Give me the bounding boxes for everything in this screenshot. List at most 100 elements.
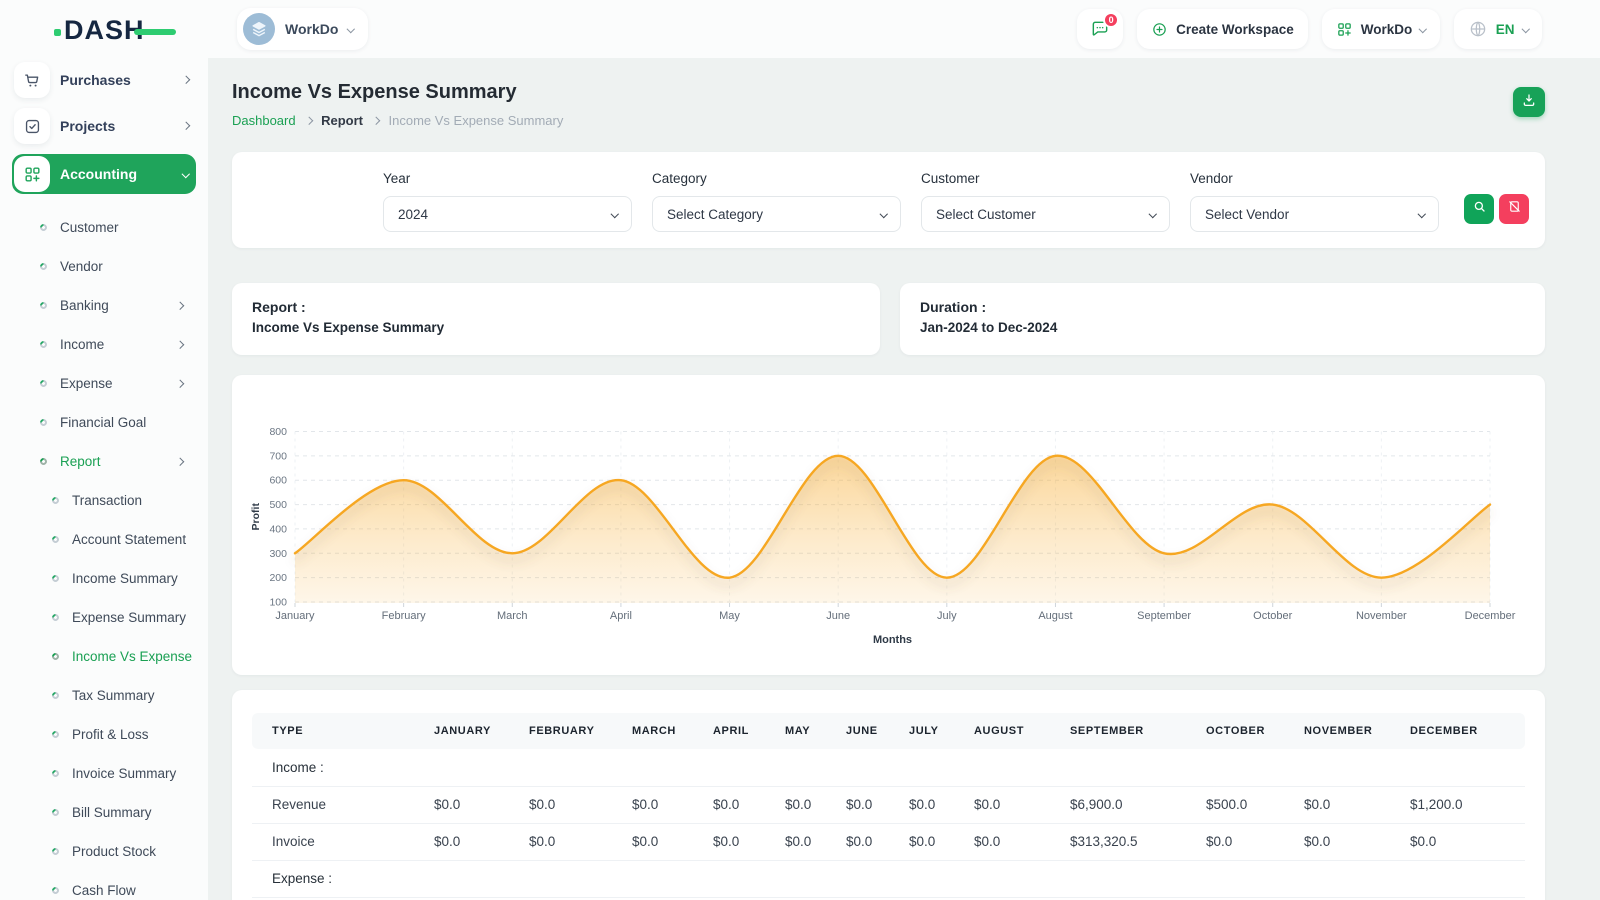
select-category[interactable]: Select Category (652, 196, 901, 232)
sidebar-item-tax-summary[interactable]: Tax Summary (0, 676, 208, 715)
search-button[interactable] (1464, 194, 1494, 224)
y-tick-label: 800 (269, 426, 287, 438)
column-header-may: MAY (765, 713, 826, 749)
sidebar-item-projects[interactable]: Projects (14, 108, 196, 144)
column-header-november: NOVEMBER (1284, 713, 1390, 749)
select-customer[interactable]: Select Customer (921, 196, 1170, 232)
chevron-down-icon (610, 210, 618, 218)
bullet-ring-icon (51, 691, 61, 701)
bullet-ring-icon (51, 574, 61, 584)
table-header: TYPEJANUARYFEBRUARYMARCHAPRILMAYJUNEJULY… (252, 713, 1525, 749)
sidebar-item-purchases[interactable]: Purchases (14, 62, 196, 98)
sidebar-item-product-stock[interactable]: Product Stock (0, 832, 208, 871)
cell-value: $500.0 (1186, 786, 1284, 823)
cell-value: $0.0 (509, 823, 612, 860)
cell-value: $0.0 (765, 823, 826, 860)
sidebar-item-label: Vendor (60, 259, 208, 274)
x-tick-label: September (1137, 610, 1191, 622)
filter-group-customer: CustomerSelect Customer (921, 171, 1170, 232)
breadcrumb-dashboard[interactable]: Dashboard (232, 113, 296, 128)
select-value: Select Category (667, 207, 763, 222)
sidebar-item-cash-flow[interactable]: Cash Flow (0, 871, 208, 900)
select-year[interactable]: 2024 (383, 196, 632, 232)
bullet-ring-icon (51, 496, 61, 506)
globe-icon (1468, 19, 1488, 39)
sidebar-item-report[interactable]: Report (0, 442, 208, 481)
bullet-ring-icon (39, 457, 49, 467)
main-content: Income Vs Expense Summary Dashboard Repor… (208, 58, 1600, 900)
search-icon (1472, 199, 1487, 219)
workspace-switcher[interactable]: WorkDo (237, 8, 368, 50)
download-button[interactable] (1513, 87, 1545, 117)
sidebar-item-label: Banking (60, 298, 177, 313)
sidebar-item-banking[interactable]: Banking (0, 286, 208, 325)
chevron-down-icon (1521, 25, 1529, 33)
select-value: Select Vendor (1205, 207, 1289, 222)
sidebar-item-bill-summary[interactable]: Bill Summary (0, 793, 208, 832)
select-vendor[interactable]: Select Vendor (1190, 196, 1439, 232)
column-header-august: AUGUST (954, 713, 1050, 749)
x-tick-label: August (1038, 610, 1072, 622)
sidebar-item-transaction[interactable]: Transaction (0, 481, 208, 520)
sidebar-item-accounting[interactable]: Accounting (12, 154, 196, 194)
logo-text: DASH (64, 17, 145, 44)
column-header-july: JULY (889, 713, 954, 749)
x-tick-label: February (382, 610, 427, 622)
sidebar-item-customer[interactable]: Customer (0, 208, 208, 247)
sidebar-item-expense[interactable]: Expense (0, 364, 208, 403)
cell-value: $0.0 (1390, 823, 1525, 860)
cell-value: $0.0 (1284, 786, 1390, 823)
workdo-menu-button[interactable]: WorkDo (1322, 9, 1440, 49)
sidebar-item-financial-goal[interactable]: Financial Goal (0, 403, 208, 442)
y-tick-label: 100 (269, 597, 287, 609)
filter-fields: Year2024CategorySelect CategoryCustomerS… (383, 171, 1439, 232)
sidebar-item-expense-summary[interactable]: Expense Summary (0, 598, 208, 637)
sidebar-item-label: Bill Summary (72, 805, 208, 820)
x-axis-title: Months (873, 634, 912, 646)
chevron-down-icon (181, 170, 189, 178)
chevron-down-icon (879, 210, 887, 218)
cell-value: $1,200.0 (1390, 786, 1525, 823)
x-tick-label: November (1356, 610, 1407, 622)
breadcrumb-income-vs-expense-summary: Income Vs Expense Summary (389, 113, 564, 128)
sidebar-item-profit-loss[interactable]: Profit & Loss (0, 715, 208, 754)
messages-button[interactable]: 0 (1077, 9, 1123, 49)
breadcrumb-separator-icon (304, 117, 312, 125)
summary-cards: Report :Income Vs Expense SummaryDuratio… (232, 283, 1545, 355)
sidebar-item-label: Report (60, 454, 177, 469)
sidebar-item-label: Income Summary (72, 571, 208, 586)
bullet-ring-icon (39, 223, 49, 233)
create-workspace-button[interactable]: Create Workspace (1137, 9, 1308, 49)
breadcrumb-report[interactable]: Report (321, 113, 363, 128)
language-label: EN (1496, 22, 1515, 37)
sidebar-item-label: Expense (60, 376, 177, 391)
y-tick-label: 500 (269, 499, 287, 511)
column-header-september: SEPTEMBER (1050, 713, 1186, 749)
logo-accent-bar (134, 29, 176, 35)
cell-value: $0.0 (826, 786, 889, 823)
grid-plus-icon (1336, 21, 1353, 38)
sidebar-item-vendor[interactable]: Vendor (0, 247, 208, 286)
x-tick-label: April (610, 610, 632, 622)
chevron-right-icon (181, 122, 189, 130)
cell-value: $0.0 (1284, 823, 1390, 860)
sidebar-item-label: Income Vs Expense (72, 649, 208, 664)
sidebar-item-income-summary[interactable]: Income Summary (0, 559, 208, 598)
sidebar-item-invoice-summary[interactable]: Invoice Summary (0, 754, 208, 793)
cell-value: $0.0 (612, 823, 693, 860)
sidebar-item-income[interactable]: Income (0, 325, 208, 364)
y-tick-label: 300 (269, 548, 287, 560)
brand-logo[interactable]: DASH (54, 14, 145, 46)
reset-button[interactable] (1499, 194, 1529, 224)
sidebar-item-income-vs-expense[interactable]: Income Vs Expense (0, 637, 208, 676)
language-selector[interactable]: EN (1454, 9, 1542, 49)
x-tick-label: October (1253, 610, 1292, 622)
sidebar-item-account-statement[interactable]: Account Statement (0, 520, 208, 559)
summary-card-report: Report :Income Vs Expense Summary (232, 283, 880, 355)
cell-value: $0.0 (954, 786, 1050, 823)
filter-group-vendor: VendorSelect Vendor (1190, 171, 1439, 232)
bullet-ring-icon (51, 535, 61, 545)
bullet-ring-icon (39, 301, 49, 311)
bullet-ring-icon (51, 652, 61, 662)
chevron-right-icon (175, 380, 183, 388)
